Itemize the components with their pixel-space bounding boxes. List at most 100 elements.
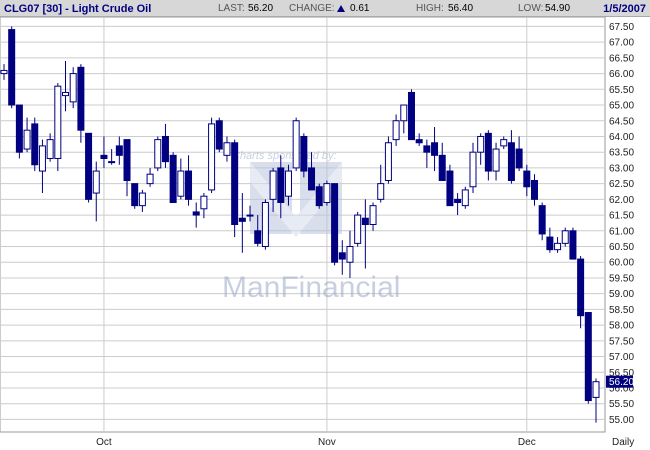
price-chart: Charts sponsored by: ManFinancial 55.00 5… bbox=[0, 17, 634, 448]
candle-body-up bbox=[477, 135, 485, 153]
candle-body-down bbox=[123, 139, 131, 181]
candle bbox=[569, 227, 577, 260]
candle-body-down bbox=[238, 217, 246, 222]
candle bbox=[354, 211, 362, 247]
candle-body-down bbox=[431, 142, 439, 156]
candle-body-down bbox=[454, 198, 462, 203]
candle-body-down bbox=[338, 252, 346, 260]
candle-body-down bbox=[415, 139, 423, 144]
candle-body-up bbox=[400, 104, 408, 122]
candle bbox=[85, 132, 93, 203]
candle-body-up bbox=[54, 85, 62, 159]
change-value: 0.61 bbox=[350, 3, 370, 14]
candle bbox=[215, 117, 223, 153]
candle bbox=[154, 136, 162, 172]
candle-body-down bbox=[131, 183, 139, 207]
y-tick-label: 60.50 bbox=[609, 242, 634, 253]
candle bbox=[169, 152, 177, 203]
y-tick-label: 62.00 bbox=[609, 195, 634, 206]
candle bbox=[31, 117, 39, 172]
candle-body-up bbox=[261, 201, 269, 248]
candle-body-up bbox=[354, 214, 362, 244]
watermark-brand-text: ManFinancial bbox=[222, 271, 400, 304]
candle bbox=[131, 183, 139, 209]
y-tick-label: 67.00 bbox=[609, 38, 634, 49]
x-tick-label: Nov bbox=[318, 437, 336, 448]
candle bbox=[292, 117, 300, 172]
candle bbox=[208, 117, 216, 194]
candle-body-up bbox=[461, 189, 469, 207]
candle-body-up bbox=[46, 139, 54, 159]
candle-body-down bbox=[77, 66, 85, 131]
candle-body-down bbox=[446, 170, 454, 207]
candle-body-up bbox=[346, 246, 354, 263]
y-tick-label: 63.00 bbox=[609, 163, 634, 174]
symbol-title: CLG07 [30] - Light Crude Oil bbox=[4, 3, 152, 15]
candle-body-up bbox=[23, 129, 31, 150]
y-tick-label: 61.50 bbox=[609, 211, 634, 222]
candle-body-down bbox=[569, 230, 577, 260]
candle-body-up bbox=[323, 183, 331, 203]
candle bbox=[446, 164, 454, 207]
y-tick-label: 55.00 bbox=[609, 415, 634, 426]
candle bbox=[331, 183, 339, 266]
candle-body-down bbox=[546, 236, 554, 251]
candle-body-down bbox=[300, 135, 308, 172]
candle-body-up bbox=[377, 183, 385, 200]
last-value: 56.20 bbox=[248, 3, 274, 14]
y-tick-label: 55.50 bbox=[609, 399, 634, 410]
y-tick-label: 64.50 bbox=[609, 116, 634, 127]
candle-body-down bbox=[8, 29, 16, 106]
chart-date: 1/5/2007 bbox=[603, 3, 646, 15]
y-tick-label: 57.50 bbox=[609, 336, 634, 347]
y-tick-label: 59.50 bbox=[609, 273, 634, 284]
y-tick-label: 60.00 bbox=[609, 258, 634, 269]
candle-body-up bbox=[138, 192, 146, 207]
y-tick-label: 65.50 bbox=[609, 85, 634, 96]
candle-body-down bbox=[530, 179, 538, 200]
candle bbox=[300, 133, 308, 178]
y-tick-label: 58.50 bbox=[609, 305, 634, 316]
candle-body-up bbox=[284, 170, 292, 197]
candle-body-down bbox=[161, 135, 169, 163]
candle-body-down bbox=[100, 154, 108, 159]
y-tick-label: 67.50 bbox=[609, 22, 634, 33]
candle-body-down bbox=[423, 145, 431, 153]
candle bbox=[461, 186, 469, 209]
y-tick-label: 64.00 bbox=[609, 132, 634, 143]
candle-body-down bbox=[231, 142, 239, 225]
y-tick-label: 58.00 bbox=[609, 321, 634, 332]
last-price-marker: 56.20 bbox=[606, 375, 634, 388]
candle-body-up bbox=[208, 123, 216, 191]
candle bbox=[315, 183, 323, 209]
candle-body-down bbox=[331, 183, 339, 263]
candle-body-up bbox=[392, 120, 400, 141]
candle-body-down bbox=[315, 186, 323, 207]
candle-body-up bbox=[146, 173, 154, 185]
high-value: 56.40 bbox=[448, 3, 474, 14]
candle-body-up bbox=[492, 148, 500, 172]
candle bbox=[584, 312, 592, 404]
y-tick-label: 63.50 bbox=[609, 148, 634, 159]
candle-body-down bbox=[308, 167, 316, 191]
candle-body-up bbox=[62, 91, 70, 97]
candle-body-up bbox=[108, 161, 116, 164]
candle-body-down bbox=[577, 258, 585, 317]
period-label: Daily bbox=[612, 437, 634, 448]
candle-body-up bbox=[369, 205, 377, 226]
y-tick-label: 66.00 bbox=[609, 69, 634, 80]
y-tick-label: 66.50 bbox=[609, 53, 634, 64]
candle-body-down bbox=[15, 104, 23, 153]
candle-body-down bbox=[31, 123, 39, 166]
candle-body-down bbox=[169, 154, 177, 203]
candle bbox=[8, 26, 16, 109]
candle bbox=[561, 227, 569, 247]
candle-body-up bbox=[269, 170, 277, 200]
candle-body-up bbox=[38, 145, 46, 172]
high-label: HIGH: bbox=[416, 3, 444, 14]
candle bbox=[323, 180, 331, 206]
candle-body-down bbox=[584, 312, 592, 402]
candle bbox=[384, 136, 392, 184]
candle-body-up bbox=[292, 120, 300, 169]
y-tick-label: 62.50 bbox=[609, 179, 634, 190]
